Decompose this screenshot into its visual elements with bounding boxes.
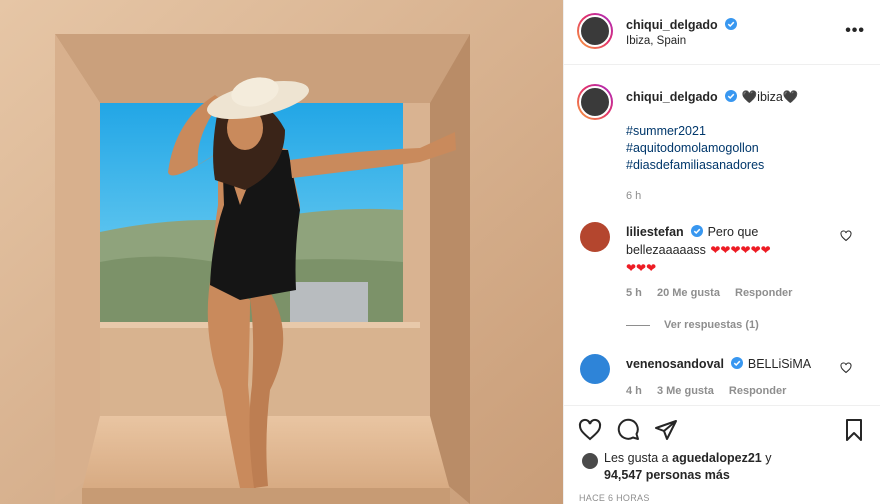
verified-badge-icon xyxy=(731,357,744,369)
like-heart-icon[interactable] xyxy=(578,418,602,442)
comment-text-line2: bellezaaaaass xyxy=(626,243,706,257)
comment-text: BELLiSiMA xyxy=(747,357,812,371)
post-header: chiqui_delgado Ibiza, Spain ••• xyxy=(564,0,880,65)
like-comment-heart-icon[interactable] xyxy=(840,230,852,242)
hashtag-link[interactable]: #diasdefamiliasanadores xyxy=(626,157,866,174)
caption: chiqui_delgado 🖤ibiza🖤 #summer2021 #aqui… xyxy=(626,88,866,202)
comment-meta: 4 h 3 Me gusta Responder xyxy=(626,385,798,397)
liker-username[interactable]: aguedalopez21 xyxy=(672,451,762,465)
comment-hearts: ❤❤❤ xyxy=(626,261,657,275)
save-bookmark-icon[interactable] xyxy=(842,418,866,442)
comment-meta: 5 h 20 Me gusta Responder xyxy=(626,287,804,299)
comment: venenosandoval BELLiSiMA xyxy=(626,355,811,373)
replies-divider xyxy=(626,324,650,326)
post-details-panel: chiqui_delgado Ibiza, Spain ••• chiqui_d… xyxy=(563,0,880,504)
likes-summary: Les gusta a aguedalopez21 y 94,547 perso… xyxy=(604,450,771,484)
post-photo[interactable] xyxy=(0,0,563,504)
more-options-icon[interactable]: ••• xyxy=(845,22,865,40)
caption-username[interactable]: chiqui_delgado xyxy=(626,90,718,104)
action-bar: Les gusta a aguedalopez21 y 94,547 perso… xyxy=(564,405,880,504)
photo-illustration xyxy=(0,0,563,504)
verified-badge-icon xyxy=(725,18,738,30)
comment-username[interactable]: liliestefan xyxy=(626,225,684,239)
comment-hearts: ❤❤❤❤❤❤ xyxy=(710,243,771,257)
likes-count[interactable]: 94,547 personas más xyxy=(604,468,730,482)
comment-likes[interactable]: 20 Me gusta xyxy=(657,287,720,299)
post-location[interactable]: Ibiza, Spain xyxy=(626,35,686,47)
comment-username[interactable]: venenosandoval xyxy=(626,357,724,371)
commenter-avatar[interactable] xyxy=(580,354,610,384)
caption-avatar[interactable] xyxy=(577,84,613,120)
comment: liliestefan Pero que bellezaaaaass ❤❤❤❤❤… xyxy=(626,223,836,277)
reply-button[interactable]: Responder xyxy=(735,287,792,299)
author-avatar[interactable] xyxy=(577,13,613,49)
caption-time: 6 h xyxy=(626,190,642,202)
comment-icon[interactable] xyxy=(616,418,640,442)
likes-connector: y xyxy=(765,451,772,465)
likes-prefix: Les gusta a xyxy=(604,451,669,465)
view-replies-button[interactable]: Ver respuestas (1) xyxy=(626,319,759,331)
caption-heart-prefix: 🖤 xyxy=(741,90,758,104)
hashtag-link[interactable]: #aquitodomolamogollon xyxy=(626,140,866,157)
caption-heart-suffix: 🖤 xyxy=(782,90,799,104)
hashtag-link[interactable]: #summer2021 xyxy=(626,123,866,140)
share-icon[interactable] xyxy=(654,418,678,442)
comment-time: 4 h xyxy=(626,385,642,397)
reply-button[interactable]: Responder xyxy=(729,385,786,397)
instagram-post: chiqui_delgado Ibiza, Spain ••• chiqui_d… xyxy=(0,0,880,504)
like-comment-heart-icon[interactable] xyxy=(840,362,852,374)
commenter-avatar[interactable] xyxy=(580,222,610,252)
caption-text: ibiza xyxy=(757,90,783,104)
comment-likes[interactable]: 3 Me gusta xyxy=(657,385,714,397)
comment-time: 5 h xyxy=(626,287,642,299)
posted-timestamp[interactable]: HACE 6 HORAS xyxy=(579,493,650,503)
verified-badge-icon xyxy=(725,90,738,102)
view-replies-label: Ver respuestas (1) xyxy=(664,319,759,331)
comment-text: Pero que xyxy=(707,225,759,239)
liker-avatar[interactable] xyxy=(581,452,599,470)
verified-badge-icon xyxy=(691,225,704,237)
author-username[interactable]: chiqui_delgado xyxy=(626,18,718,32)
